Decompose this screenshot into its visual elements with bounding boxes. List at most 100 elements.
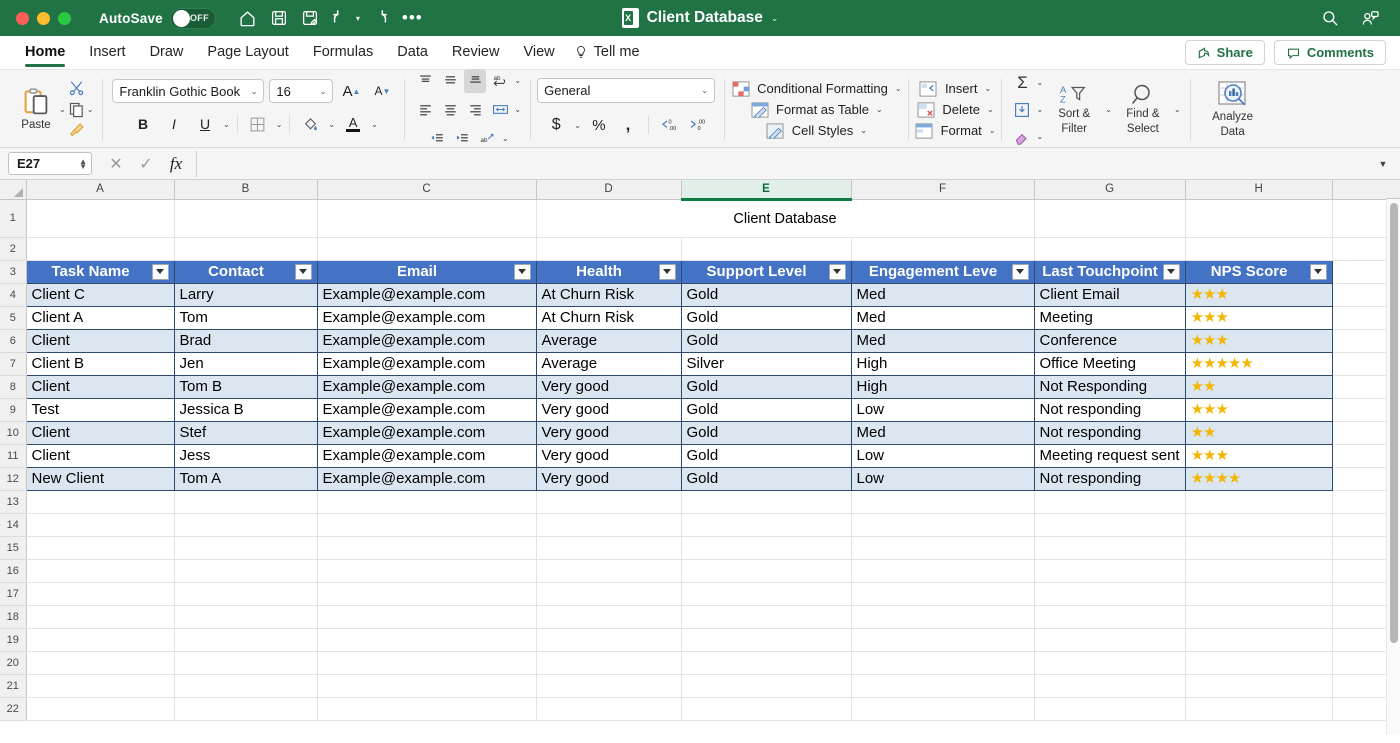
column-header-b[interactable]: B bbox=[174, 180, 317, 199]
cell-A17[interactable] bbox=[26, 582, 174, 605]
row-header-22[interactable]: 22 bbox=[0, 697, 26, 720]
cell-I21[interactable] bbox=[1332, 674, 1392, 697]
cell-last_touchpoint-11[interactable]: Meeting request sent bbox=[1034, 444, 1185, 467]
underline-button[interactable]: U bbox=[192, 112, 218, 136]
cell-email-5[interactable]: Example@example.com bbox=[317, 306, 536, 329]
cell-E17[interactable] bbox=[681, 582, 851, 605]
find-and-select-button[interactable]: Find & Select bbox=[1114, 83, 1172, 135]
cell-contact-7[interactable]: Jen bbox=[174, 352, 317, 375]
sheet-title-cell[interactable]: Client Database bbox=[536, 199, 1034, 237]
cell-D19[interactable] bbox=[536, 628, 681, 651]
table-header-email[interactable]: Email bbox=[317, 260, 536, 283]
format-as-table-button[interactable]: Format as Table ⌄ bbox=[750, 101, 883, 118]
tab-data[interactable]: Data bbox=[386, 38, 439, 67]
merge-dropdown-caret[interactable]: ⌄ bbox=[514, 105, 521, 114]
cell-health-6[interactable]: Average bbox=[536, 329, 681, 352]
cell-email-9[interactable]: Example@example.com bbox=[317, 398, 536, 421]
cell-support_level-8[interactable]: Gold bbox=[681, 375, 851, 398]
cell-I13[interactable] bbox=[1332, 490, 1392, 513]
cell-F14[interactable] bbox=[851, 513, 1034, 536]
filter-dropdown-nps-score[interactable] bbox=[1310, 264, 1327, 280]
cell-A19[interactable] bbox=[26, 628, 174, 651]
column-header-d[interactable]: D bbox=[536, 180, 681, 199]
cell-i5[interactable] bbox=[1332, 306, 1392, 329]
chevron-down-icon[interactable]: ⌄ bbox=[987, 105, 994, 114]
copy-dropdown-caret[interactable]: ⌄ bbox=[87, 105, 94, 114]
row-header-12[interactable]: 12 bbox=[0, 467, 26, 490]
autosave-control[interactable]: AutoSave OFF bbox=[99, 8, 216, 29]
font-size-select[interactable]: 16 ⌄ bbox=[269, 79, 333, 103]
chevron-down-icon[interactable]: ⌄ bbox=[895, 84, 902, 93]
cell-engagement_level-5[interactable]: Med bbox=[851, 306, 1034, 329]
row-header-10[interactable]: 10 bbox=[0, 421, 26, 444]
column-header-f[interactable]: F bbox=[851, 180, 1034, 199]
cell-contact-8[interactable]: Tom B bbox=[174, 375, 317, 398]
column-header-g[interactable]: G bbox=[1034, 180, 1185, 199]
cell-I22[interactable] bbox=[1332, 697, 1392, 720]
borders-dropdown-caret[interactable]: ⌄ bbox=[276, 120, 283, 129]
cell-F21[interactable] bbox=[851, 674, 1034, 697]
merge-cells-button[interactable] bbox=[489, 98, 511, 122]
cell-H22[interactable] bbox=[1185, 697, 1332, 720]
save-icon[interactable] bbox=[265, 4, 293, 32]
cell-i4[interactable] bbox=[1332, 283, 1392, 306]
cell-c2[interactable] bbox=[317, 237, 536, 260]
cell-email-10[interactable]: Example@example.com bbox=[317, 421, 536, 444]
cell-task_name-10[interactable]: Client bbox=[26, 421, 174, 444]
autosave-toggle[interactable]: OFF bbox=[170, 8, 216, 29]
cell-g1[interactable] bbox=[1034, 199, 1185, 237]
cell-B16[interactable] bbox=[174, 559, 317, 582]
cell-G15[interactable] bbox=[1034, 536, 1185, 559]
cell-contact-10[interactable]: Stef bbox=[174, 421, 317, 444]
column-header-e[interactable]: E bbox=[681, 180, 851, 199]
cell-A22[interactable] bbox=[26, 697, 174, 720]
autosum-dropdown-caret[interactable]: ⌄ bbox=[1036, 78, 1043, 87]
cell-task_name-9[interactable]: Test bbox=[26, 398, 174, 421]
cell-B20[interactable] bbox=[174, 651, 317, 674]
formula-input[interactable] bbox=[196, 151, 1370, 177]
vertical-scrollbar[interactable] bbox=[1386, 199, 1400, 735]
cell-B15[interactable] bbox=[174, 536, 317, 559]
cell-C16[interactable] bbox=[317, 559, 536, 582]
cell-i1[interactable] bbox=[1332, 199, 1392, 237]
font-name-select[interactable]: Franklin Gothic Book ⌄ bbox=[112, 79, 264, 103]
cell-engagement_level-11[interactable]: Low bbox=[851, 444, 1034, 467]
currency-button[interactable]: $ bbox=[545, 113, 567, 137]
cell-B22[interactable] bbox=[174, 697, 317, 720]
align-right-button[interactable] bbox=[464, 98, 486, 122]
cell-nps-score-7[interactable]: ★★★★★ bbox=[1185, 352, 1332, 375]
chevron-down-icon[interactable]: ⌄ bbox=[860, 126, 867, 135]
cell-i12[interactable] bbox=[1332, 467, 1392, 490]
cell-G19[interactable] bbox=[1034, 628, 1185, 651]
cell-H19[interactable] bbox=[1185, 628, 1332, 651]
cell-support_level-6[interactable]: Gold bbox=[681, 329, 851, 352]
cell-H17[interactable] bbox=[1185, 582, 1332, 605]
table-header-health[interactable]: Health bbox=[536, 260, 681, 283]
cell-health-4[interactable]: At Churn Risk bbox=[536, 283, 681, 306]
row-header-9[interactable]: 9 bbox=[0, 398, 26, 421]
align-top-button[interactable] bbox=[414, 69, 436, 93]
cell-task_name-4[interactable]: Client C bbox=[26, 283, 174, 306]
cell-i9[interactable] bbox=[1332, 398, 1392, 421]
align-bottom-button[interactable] bbox=[464, 69, 486, 93]
cell-C19[interactable] bbox=[317, 628, 536, 651]
formula-bar-expand-button[interactable]: ▼ bbox=[1370, 159, 1396, 169]
cell-i8[interactable] bbox=[1332, 375, 1392, 398]
row-header-1[interactable]: 1 bbox=[0, 199, 26, 237]
paste-dropdown-caret[interactable]: ⌄ bbox=[59, 105, 66, 114]
underline-dropdown-caret[interactable]: ⌄ bbox=[223, 120, 230, 129]
cell-F13[interactable] bbox=[851, 490, 1034, 513]
autosum-button[interactable]: Σ bbox=[1011, 71, 1033, 95]
cell-D22[interactable] bbox=[536, 697, 681, 720]
fill-dropdown-caret[interactable]: ⌄ bbox=[1036, 105, 1043, 114]
column-header-h[interactable]: H bbox=[1185, 180, 1332, 199]
cell-last_touchpoint-5[interactable]: Meeting bbox=[1034, 306, 1185, 329]
currency-dropdown-caret[interactable]: ⌄ bbox=[574, 121, 581, 130]
cell-health-9[interactable]: Very good bbox=[536, 398, 681, 421]
tab-page-layout[interactable]: Page Layout bbox=[196, 38, 299, 67]
cell-H16[interactable] bbox=[1185, 559, 1332, 582]
cell-contact-4[interactable]: Larry bbox=[174, 283, 317, 306]
row-header-20[interactable]: 20 bbox=[0, 651, 26, 674]
cell-engagement_level-4[interactable]: Med bbox=[851, 283, 1034, 306]
cell-task_name-6[interactable]: Client bbox=[26, 329, 174, 352]
